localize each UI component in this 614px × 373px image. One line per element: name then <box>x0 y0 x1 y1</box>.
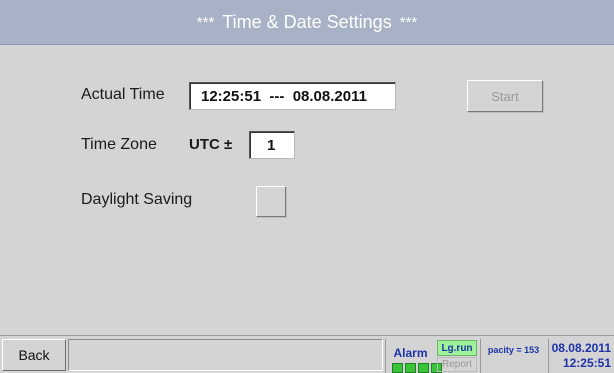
alarm-indicator[interactable]: Alarm <box>385 339 442 373</box>
time-zone-label: Time Zone <box>81 136 157 153</box>
actual-time-label: Actual Time <box>81 86 165 103</box>
daylight-saving-label: Daylight Saving <box>81 191 193 208</box>
capacity-readout: pacity = 153 <box>480 339 546 373</box>
title-bar: *** Time & Date Settings *** <box>0 0 614 45</box>
title-stars-right: *** <box>399 13 418 31</box>
page-title: Time & Date Settings <box>222 11 392 32</box>
settings-panel: Actual Time 12:25:51 --- 08.08.2011 Star… <box>0 45 614 335</box>
start-button[interactable]: Start <box>467 80 543 112</box>
actual-time-field[interactable]: 12:25:51 --- 08.08.2011 <box>189 82 396 110</box>
status-date: 08.08.2011 <box>551 341 611 355</box>
back-button[interactable]: Back <box>2 339 66 371</box>
status-bar: Back Alarm Lg.run Report pacity = 153 08… <box>0 335 614 373</box>
status-time: 12:25:51 <box>562 356 611 370</box>
message-area <box>68 339 383 371</box>
report-indicator[interactable]: Report <box>437 357 477 372</box>
title-stars-left: *** <box>196 13 215 31</box>
utc-label: UTC ± <box>189 136 233 153</box>
logger-run-indicator[interactable]: Lg.run <box>437 340 477 356</box>
datetime-readout: 08.08.2011 12:25:51 <box>548 339 614 373</box>
time-zone-field[interactable]: 1 <box>249 131 295 159</box>
daylight-saving-checkbox[interactable] <box>256 186 286 217</box>
alarm-label: Alarm <box>393 346 428 360</box>
